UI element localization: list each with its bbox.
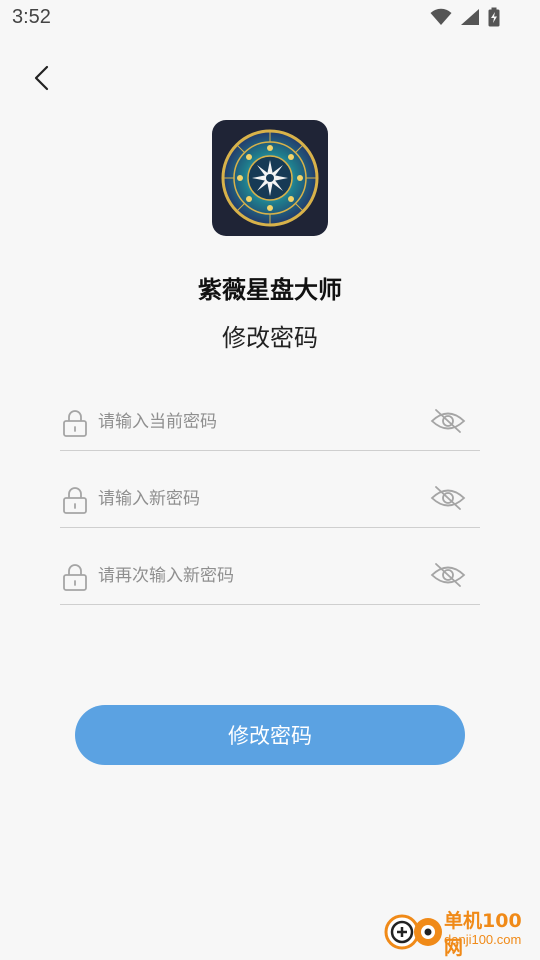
confirm-password-field [60,544,480,605]
app-name: 紫薇星盘大师 [198,276,342,304]
lock-icon [63,564,87,591]
new-password-input[interactable] [96,481,420,517]
status-time: 3:52 [12,6,51,28]
status-bar: 3:52 [0,0,540,36]
confirm-password-input[interactable] [96,558,420,594]
eye-off-icon[interactable] [430,561,466,589]
current-password-field [60,390,480,451]
signal-icon [461,9,479,25]
eye-off-icon[interactable] [430,484,466,512]
current-password-input[interactable] [96,404,420,440]
back-button[interactable] [28,62,58,94]
watermark: 单机100网 danji100.com [382,904,532,959]
eye-off-icon[interactable] [430,407,466,435]
battery-charging-icon [488,7,500,27]
lock-icon [63,487,87,514]
zodiac-wheel-icon [221,129,319,227]
lock-icon [63,410,87,437]
change-password-button[interactable]: 修改密码 [75,705,465,765]
app-icon [212,120,328,236]
chevron-left-icon [34,65,49,91]
new-password-field [60,467,480,528]
watermark-url: danji100.com [444,932,522,947]
watermark-logo-icon [384,914,442,950]
wifi-icon [430,8,452,25]
status-icons [430,7,500,27]
page-title: 修改密码 [222,324,318,352]
